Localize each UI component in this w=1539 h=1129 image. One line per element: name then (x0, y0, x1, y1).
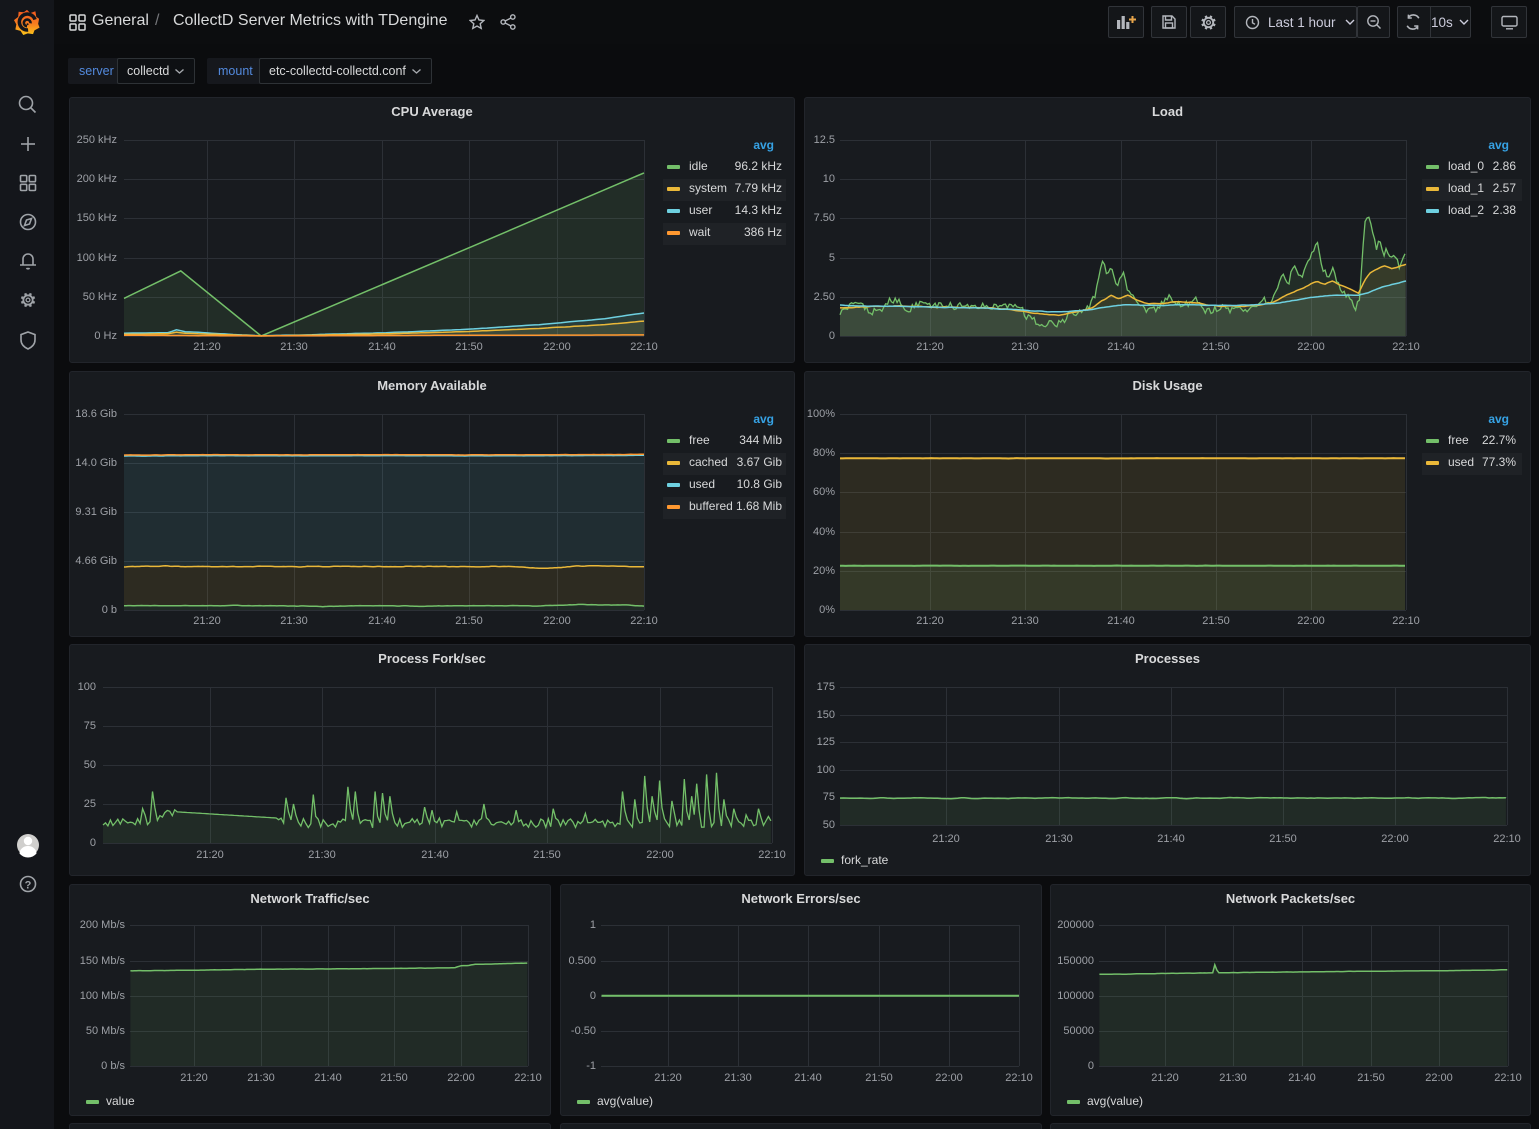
svg-text:?: ? (25, 880, 32, 892)
